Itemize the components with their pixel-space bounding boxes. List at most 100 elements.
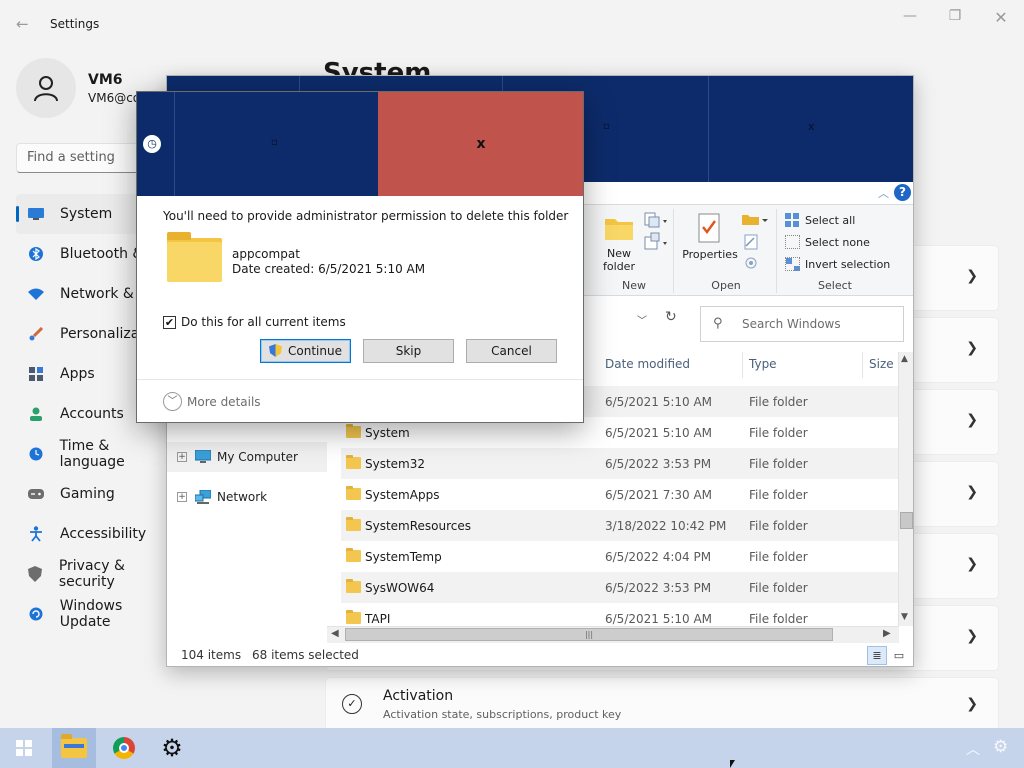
vertical-scrollbar[interactable]: ▲ ▼ <box>898 352 913 626</box>
file-date: 6/5/2021 5:10 AM <box>605 395 713 409</box>
nav-tree-label: My Computer <box>217 450 298 464</box>
select-none-label: Select none <box>805 235 870 249</box>
dialog-close-button[interactable]: x <box>378 92 583 196</box>
invert-selection-icon <box>785 257 800 271</box>
continue-button[interactable]: Continue <box>260 339 351 363</box>
file-type: File folder <box>749 519 808 533</box>
search-placeholder: Search Windows <box>742 317 841 331</box>
nav-item-windows-update[interactable]: Windows Update <box>16 594 176 634</box>
select-all-button[interactable]: Select all <box>785 213 855 227</box>
titlebar-divider <box>174 92 175 196</box>
horizontal-scrollbar[interactable]: ◀ ||| ▶ <box>327 626 899 643</box>
expand-icon[interactable]: + <box>177 452 187 462</box>
scroll-up-icon[interactable]: ▲ <box>901 354 908 364</box>
folder-name: appcompat <box>232 247 300 261</box>
column-header-type[interactable]: Type <box>743 352 863 378</box>
close-icon[interactable]: x <box>808 120 815 133</box>
file-name: SystemResources <box>365 519 472 533</box>
select-all-label: Select all <box>805 213 856 227</box>
apply-all-label[interactable]: Do this for all current items <box>181 315 346 329</box>
nav-item-label: Accounts <box>60 406 124 422</box>
file-date: 3/18/2022 10:42 PM <box>605 519 727 533</box>
column-header-size[interactable]: Size <box>863 352 898 378</box>
properties-button[interactable]: Properties <box>681 248 739 261</box>
close-icon[interactable]: ✕ <box>981 8 1021 28</box>
user-name: VM6 <box>88 72 123 88</box>
file-row[interactable]: SysWOW64 6/5/2022 3:53 PM File folder <box>341 572 898 603</box>
file-name: SystemTemp <box>365 550 442 564</box>
dropdown-arrow-icon[interactable] <box>677 259 687 265</box>
scroll-right-icon[interactable]: ▶ <box>883 628 891 639</box>
chevron-right-icon: ❯ <box>966 412 978 428</box>
invert-selection-button[interactable]: Invert selection <box>785 257 890 271</box>
nav-item-time-language[interactable]: Time & language <box>16 434 176 474</box>
file-row[interactable]: SystemResources 3/18/2022 10:42 PM File … <box>341 510 898 541</box>
uac-shield-icon <box>269 344 283 357</box>
person-icon <box>28 406 44 422</box>
maximize-icon[interactable]: ▫ <box>271 137 278 148</box>
copy-to-icon[interactable] <box>643 211 669 255</box>
file-row[interactable]: SystemApps 6/5/2021 7:30 AM File folder <box>341 479 898 510</box>
more-details-link[interactable]: More details <box>187 395 261 409</box>
select-all-icon <box>785 213 800 227</box>
file-row[interactable]: TAPI 6/5/2021 5:10 AM File folder <box>341 603 898 626</box>
skip-button[interactable]: Skip <box>363 339 454 363</box>
apply-all-checkbox[interactable]: ✔ <box>163 316 176 329</box>
maximize-icon[interactable]: ▫ <box>603 121 610 132</box>
details-view-icon[interactable]: ≣ <box>867 646 887 665</box>
refresh-icon[interactable]: ↻ <box>665 309 677 325</box>
new-folder-icon[interactable] <box>604 215 634 241</box>
continue-label: Continue <box>288 344 342 358</box>
chevron-right-icon: ❯ <box>966 696 978 712</box>
user-email: VM6@co <box>88 91 141 105</box>
start-button[interactable] <box>2 728 46 768</box>
back-arrow-icon[interactable]: ← <box>16 15 29 33</box>
large-icons-view-icon[interactable]: ▭ <box>889 646 909 665</box>
address-bar[interactable]: ﹀ ↻ <box>591 308 691 332</box>
activation-card[interactable]: ✓ Activation Activation state, subscript… <box>325 677 999 729</box>
explorer-search-input[interactable]: ⚲ Search Windows <box>700 306 904 342</box>
cancel-button[interactable]: Cancel <box>466 339 557 363</box>
taskbar-chrome[interactable] <box>102 728 146 768</box>
nav-item-gaming[interactable]: Gaming <box>16 474 176 514</box>
chevron-up-icon[interactable]: ︿ <box>966 739 980 759</box>
ribbon-collapse-icon[interactable]: ︿ <box>878 185 889 201</box>
scroll-down-icon[interactable]: ▼ <box>901 612 908 622</box>
person-icon <box>34 76 58 102</box>
folder-icon <box>346 548 361 562</box>
scrollbar-thumb[interactable] <box>900 512 913 529</box>
nav-tree-my-computer[interactable]: + My Computer <box>167 442 327 472</box>
chevron-down-icon[interactable]: ﹀ <box>163 392 182 411</box>
restore-icon[interactable]: ❐ <box>935 8 975 28</box>
nav-item-accessibility[interactable]: Accessibility <box>16 514 176 554</box>
dialog-message: You'll need to provide administrator per… <box>163 209 569 223</box>
user-avatar[interactable] <box>16 58 76 118</box>
nav-item-label: Time & language <box>59 438 125 470</box>
scroll-left-icon[interactable]: ◀ <box>331 628 339 639</box>
file-row[interactable]: SystemTemp 6/5/2022 4:04 PM File folder <box>341 541 898 572</box>
help-icon[interactable]: ? <box>894 184 911 201</box>
dialog-titlebar[interactable]: ◷ ▫ x <box>137 92 583 196</box>
chevron-down-icon[interactable]: ﹀ <box>637 312 647 327</box>
expand-icon[interactable]: + <box>177 492 187 502</box>
nav-item-privacy-security[interactable]: Privacy & security <box>16 554 176 594</box>
properties-icon[interactable] <box>697 213 721 243</box>
computer-icon <box>195 450 211 463</box>
nav-item-label: Gaming <box>60 486 115 502</box>
scrollbar-thumb[interactable]: ||| <box>345 628 833 641</box>
new-folder-button[interactable]: New folder <box>599 247 639 273</box>
open-actions-icon[interactable] <box>741 211 771 273</box>
taskbar-file-explorer[interactable] <box>52 728 96 768</box>
file-name: System32 <box>365 457 426 471</box>
minimize-icon[interactable]: — <box>890 8 930 28</box>
select-none-button[interactable]: Select none <box>785 235 870 249</box>
activation-title: Activation <box>383 688 454 704</box>
file-row[interactable]: System32 6/5/2022 3:53 PM File folder <box>341 448 898 479</box>
column-header-date[interactable]: Date modified <box>599 352 743 378</box>
dialog-divider <box>137 379 583 380</box>
network-icon <box>195 490 211 504</box>
taskbar-settings[interactable]: ⚙ <box>150 728 194 768</box>
gear-icon[interactable]: ⚙ <box>993 737 1008 757</box>
nav-tree-network[interactable]: + Network <box>167 482 327 512</box>
chrome-icon <box>113 737 135 759</box>
